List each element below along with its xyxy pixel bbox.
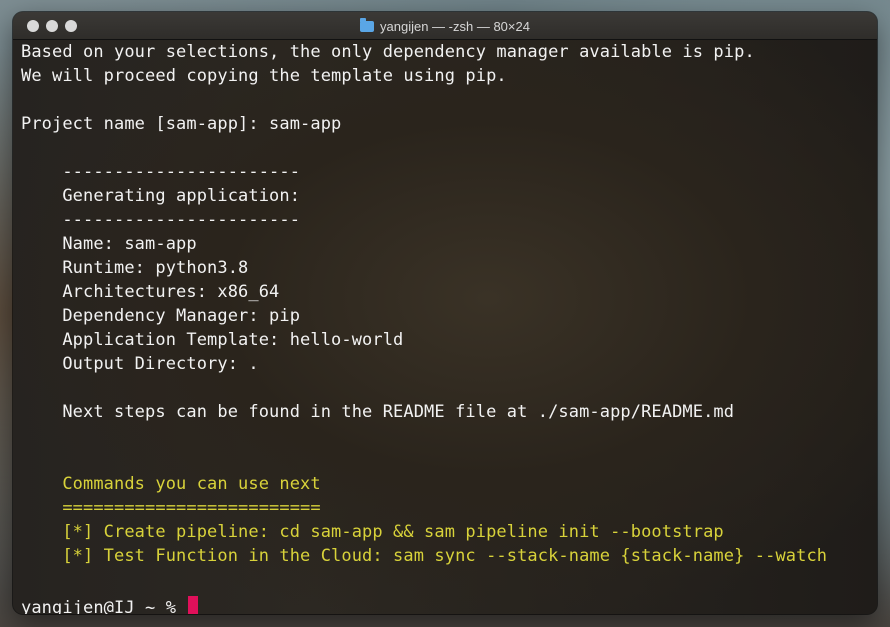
terminal-line: Output Directory: . <box>21 354 259 374</box>
terminal-line: ----------------------- <box>21 210 301 230</box>
terminal-window[interactable]: yangijen — -zsh — 80×24 Based on your se… <box>13 12 877 614</box>
terminal-line: Name: sam-app <box>21 234 197 254</box>
terminal-line: Project name [sam-app]: sam-app <box>21 114 342 134</box>
terminal-line: ----------------------- <box>21 162 301 182</box>
scrollbar[interactable] <box>868 80 874 600</box>
prompt-line[interactable]: yangijen@IJ ~ % <box>21 596 199 614</box>
window-title-area: yangijen — -zsh — 80×24 <box>13 12 877 40</box>
title-bar[interactable]: yangijen — -zsh — 80×24 <box>13 12 877 40</box>
terminal-line: Dependency Manager: pip <box>21 306 301 326</box>
terminal-line: Architectures: x86_64 <box>21 282 280 302</box>
terminal-line-highlight: [*] Create pipeline: cd sam-app && sam p… <box>21 522 724 542</box>
folder-icon <box>360 17 375 32</box>
terminal-line-highlight: Commands you can use next <box>21 474 321 494</box>
terminal-line: Based on your selections, the only depen… <box>21 42 755 62</box>
shell-prompt: yangijen@IJ ~ % <box>21 598 187 614</box>
terminal-line-highlight: [*] Test Function in the Cloud: sam sync… <box>21 546 828 566</box>
terminal-line: Next steps can be found in the README fi… <box>21 402 735 422</box>
window-title: yangijen — -zsh — 80×24 <box>380 18 530 34</box>
terminal-line: Generating application: <box>21 186 301 206</box>
terminal-line-highlight: ========================= <box>21 498 321 518</box>
terminal-line: Application Template: hello-world <box>21 330 404 350</box>
terminal-content[interactable]: Based on your selections, the only depen… <box>13 40 877 614</box>
terminal-line: Runtime: python3.8 <box>21 258 249 278</box>
terminal-line: We will proceed copying the template usi… <box>21 66 507 86</box>
text-cursor <box>188 596 199 614</box>
